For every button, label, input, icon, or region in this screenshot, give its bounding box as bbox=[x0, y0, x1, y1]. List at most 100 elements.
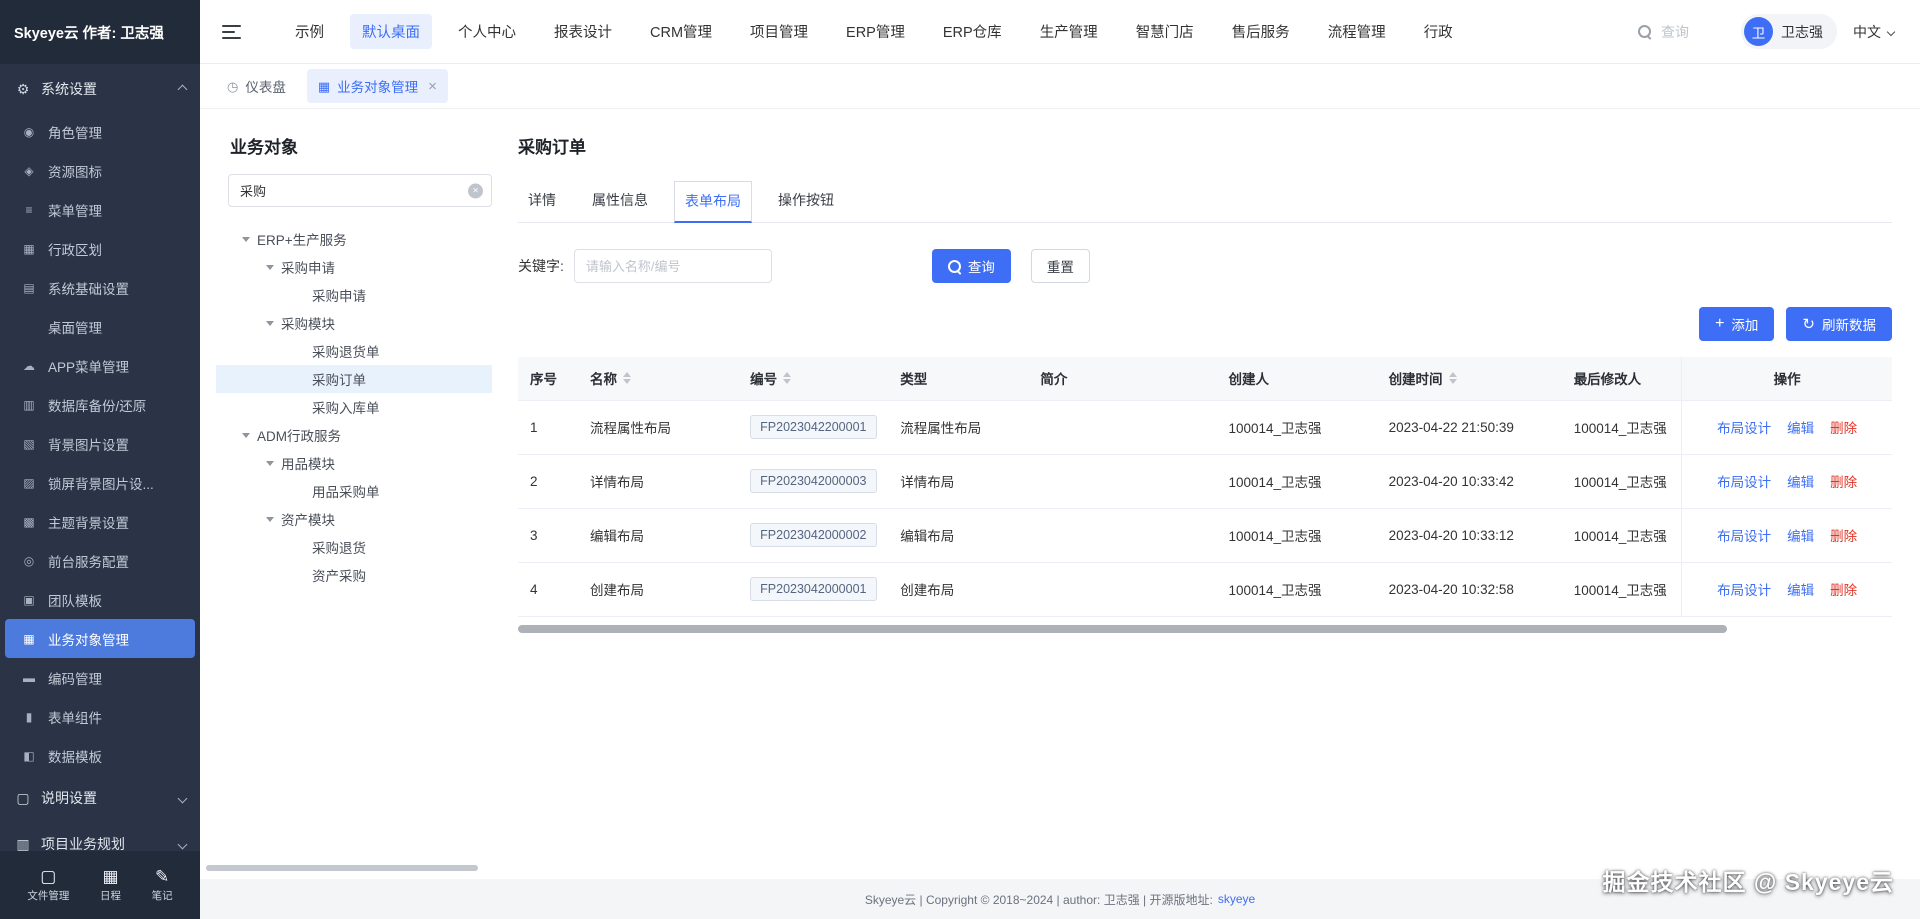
region-icon: ▦ bbox=[23, 241, 35, 256]
footer-link[interactable]: skyeye bbox=[1218, 892, 1255, 906]
topbar-search-input[interactable] bbox=[1661, 23, 1725, 40]
sidebar-section-project-planning[interactable]: ▥ 项目业务规划 bbox=[0, 821, 200, 851]
nav-item-示例[interactable]: 示例 bbox=[283, 14, 336, 49]
edit-link[interactable]: 编辑 bbox=[1787, 583, 1814, 598]
column-header-label: 创建人 bbox=[1228, 372, 1269, 388]
tab-操作按钮[interactable]: 操作按钮 bbox=[768, 180, 844, 223]
nav-item-CRM管理[interactable]: CRM管理 bbox=[638, 14, 724, 49]
search-button[interactable]: 查询 bbox=[931, 249, 1011, 283]
sidebar-item-编码管理[interactable]: ▬ 编码管理 bbox=[5, 658, 195, 697]
sort-asc-icon[interactable] bbox=[1448, 372, 1457, 378]
nav-item-智慧门店[interactable]: 智慧门店 bbox=[1124, 14, 1206, 49]
tree-node-采购退货[interactable]: 采购退货 bbox=[216, 533, 492, 561]
sidebar-item-前台服务配置[interactable]: ◎ 前台服务配置 bbox=[5, 541, 195, 580]
sidebar-section-system-settings[interactable]: ⚙ 系统设置 bbox=[0, 66, 200, 112]
tab-仪表盘[interactable]: ◷ 仪表盘 bbox=[216, 69, 297, 103]
nav-item-生产管理[interactable]: 生产管理 bbox=[1028, 14, 1110, 49]
plus-icon: + bbox=[1715, 315, 1725, 332]
sidebar-item-数据模板[interactable]: ◧ 数据模板 bbox=[5, 736, 195, 775]
nav-item-项目管理[interactable]: 项目管理 bbox=[738, 14, 820, 49]
close-icon[interactable]: × bbox=[428, 79, 437, 94]
cell-created: 2023-04-20 10:33:42 bbox=[1376, 454, 1562, 509]
sidebar-item-背景图片设置[interactable]: ▧ 背景图片设置 bbox=[5, 424, 195, 463]
tree-node-用品采购单[interactable]: 用品采购单 bbox=[216, 477, 492, 505]
keyword-input[interactable] bbox=[573, 249, 772, 283]
nav-item-ERP仓库[interactable]: ERP仓库 bbox=[931, 14, 1014, 49]
topbar-search[interactable] bbox=[1638, 23, 1725, 40]
tree-node-采购订单[interactable]: 采购订单 bbox=[216, 365, 492, 393]
sidebar-section-help-settings[interactable]: ▢ 说明设置 bbox=[0, 775, 200, 821]
hamburger-menu-icon[interactable] bbox=[222, 24, 241, 39]
sidebar-item-表单组件[interactable]: ▮ 表单组件 bbox=[5, 697, 195, 736]
nav-item-行政[interactable]: 行政 bbox=[1412, 14, 1465, 49]
sort-desc-icon[interactable] bbox=[1448, 379, 1457, 385]
sidebar-item-团队模板[interactable]: ▣ 团队模板 bbox=[5, 580, 195, 619]
column-header-编号[interactable]: 编号 bbox=[738, 357, 889, 401]
nav-item-售后服务[interactable]: 售后服务 bbox=[1220, 14, 1302, 49]
tree-node-ERP+生产服务[interactable]: ERP+生产服务 bbox=[216, 225, 492, 253]
tree-node-ADM行政服务[interactable]: ADM行政服务 bbox=[216, 421, 492, 449]
sort-desc-icon[interactable] bbox=[623, 379, 632, 385]
tab-属性信息[interactable]: 属性信息 bbox=[582, 180, 658, 223]
nav-item-ERP管理[interactable]: ERP管理 bbox=[834, 14, 917, 49]
tree-search-input[interactable] bbox=[228, 174, 492, 207]
nav-item-默认桌面[interactable]: 默认桌面 bbox=[350, 14, 432, 49]
column-header-名称[interactable]: 名称 bbox=[578, 357, 739, 401]
nav-item-个人中心[interactable]: 个人中心 bbox=[446, 14, 528, 49]
edit-link[interactable]: 编辑 bbox=[1787, 421, 1814, 436]
layout-design-link[interactable]: 布局设计 bbox=[1717, 421, 1771, 436]
sort-icons[interactable] bbox=[783, 372, 792, 385]
tree-horizontal-scrollbar[interactable] bbox=[206, 865, 478, 871]
table-horizontal-scrollbar[interactable] bbox=[518, 624, 1892, 633]
sidebar-item-锁屏背景图片设...[interactable]: ▨ 锁屏背景图片设... bbox=[5, 463, 195, 502]
sidebar-item-桌面管理[interactable]: 桌面管理 bbox=[5, 307, 195, 346]
sidebar-item-APP菜单管理[interactable]: ☁ APP菜单管理 bbox=[5, 346, 195, 385]
sort-desc-icon[interactable] bbox=[783, 379, 792, 385]
delete-link[interactable]: 删除 bbox=[1830, 475, 1857, 490]
layout-design-link[interactable]: 布局设计 bbox=[1717, 529, 1771, 544]
sidebar-item-业务对象管理[interactable]: ▦ 业务对象管理 bbox=[5, 619, 195, 658]
tree-node-资产模块[interactable]: 资产模块 bbox=[216, 505, 492, 533]
user-menu[interactable]: 卫 卫志强 bbox=[1741, 14, 1837, 49]
reset-button[interactable]: 重置 bbox=[1030, 249, 1090, 283]
sidebar-item-行政区划[interactable]: ▦ 行政区划 bbox=[5, 229, 195, 268]
sidebar-item-系统基础设置[interactable]: ▤ 系统基础设置 bbox=[5, 268, 195, 307]
tree-node-采购入库单[interactable]: 采购入库单 bbox=[216, 393, 492, 421]
sidebar-item-菜单管理[interactable]: ≡ 菜单管理 bbox=[5, 190, 195, 229]
tree-node-采购退货单[interactable]: 采购退货单 bbox=[216, 337, 492, 365]
tree-node-采购申请[interactable]: 采购申请 bbox=[216, 253, 492, 281]
sidebar-item-数据库备份/还原[interactable]: ▥ 数据库备份/还原 bbox=[5, 385, 195, 424]
clear-icon[interactable]: × bbox=[468, 183, 483, 198]
calendar-button[interactable]: ▦ 日程 bbox=[100, 868, 121, 903]
column-header-创建时间[interactable]: 创建时间 bbox=[1376, 357, 1562, 401]
sidebar-item-角色管理[interactable]: ◉ 角色管理 bbox=[5, 112, 195, 151]
files-button[interactable]: ▢ 文件管理 bbox=[27, 868, 69, 903]
sort-icons[interactable] bbox=[623, 372, 632, 385]
delete-link[interactable]: 删除 bbox=[1830, 583, 1857, 598]
refresh-button[interactable]: ↻ 刷新数据 bbox=[1786, 307, 1892, 341]
note-button[interactable]: ✎ 笔记 bbox=[152, 868, 173, 903]
sort-asc-icon[interactable] bbox=[623, 372, 632, 378]
delete-link[interactable]: 删除 bbox=[1830, 421, 1857, 436]
sidebar-item-主题背景设置[interactable]: ▩ 主题背景设置 bbox=[5, 502, 195, 541]
delete-link[interactable]: 删除 bbox=[1830, 529, 1857, 544]
tree-node-采购模块[interactable]: 采购模块 bbox=[216, 309, 492, 337]
tree-node-资产采购[interactable]: 资产采购 bbox=[216, 561, 492, 589]
tree-node-采购申请[interactable]: 采购申请 bbox=[216, 281, 492, 309]
add-button[interactable]: + 添加 bbox=[1699, 307, 1775, 341]
edit-link[interactable]: 编辑 bbox=[1787, 529, 1814, 544]
cell-desc bbox=[1028, 400, 1217, 455]
sort-icons[interactable] bbox=[1448, 372, 1457, 385]
sidebar-item-资源图标[interactable]: ◈ 资源图标 bbox=[5, 151, 195, 190]
layout-design-link[interactable]: 布局设计 bbox=[1717, 583, 1771, 598]
tab-业务对象管理[interactable]: ▦ 业务对象管理 × bbox=[306, 69, 448, 103]
tab-表单布局[interactable]: 表单布局 bbox=[674, 181, 752, 223]
sort-asc-icon[interactable] bbox=[783, 372, 792, 378]
nav-item-报表设计[interactable]: 报表设计 bbox=[542, 14, 624, 49]
layout-design-link[interactable]: 布局设计 bbox=[1717, 475, 1771, 490]
language-selector[interactable]: 中文 bbox=[1853, 22, 1896, 42]
tree-node-用品模块[interactable]: 用品模块 bbox=[216, 449, 492, 477]
edit-link[interactable]: 编辑 bbox=[1787, 475, 1814, 490]
nav-item-流程管理[interactable]: 流程管理 bbox=[1316, 14, 1398, 49]
tab-详情[interactable]: 详情 bbox=[518, 180, 566, 223]
